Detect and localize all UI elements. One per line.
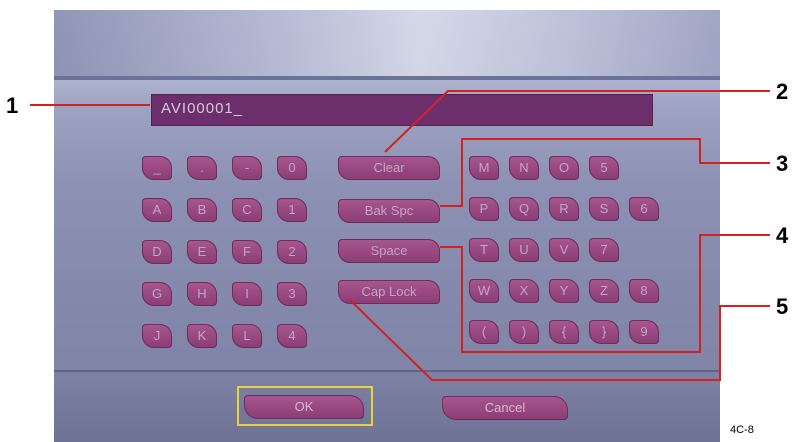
callout-line-3 [440, 138, 770, 207]
figure-id: 4C-8 [730, 424, 754, 436]
callout-1: 1 [6, 93, 19, 118]
callout-5: 5 [776, 294, 789, 319]
callout-4: 4 [776, 223, 789, 248]
callout-line-5 [349, 299, 770, 381]
callout-lines [30, 90, 770, 381]
callout-3: 3 [776, 151, 789, 176]
callout-line-2 [384, 90, 770, 153]
callout-2: 2 [776, 79, 789, 104]
